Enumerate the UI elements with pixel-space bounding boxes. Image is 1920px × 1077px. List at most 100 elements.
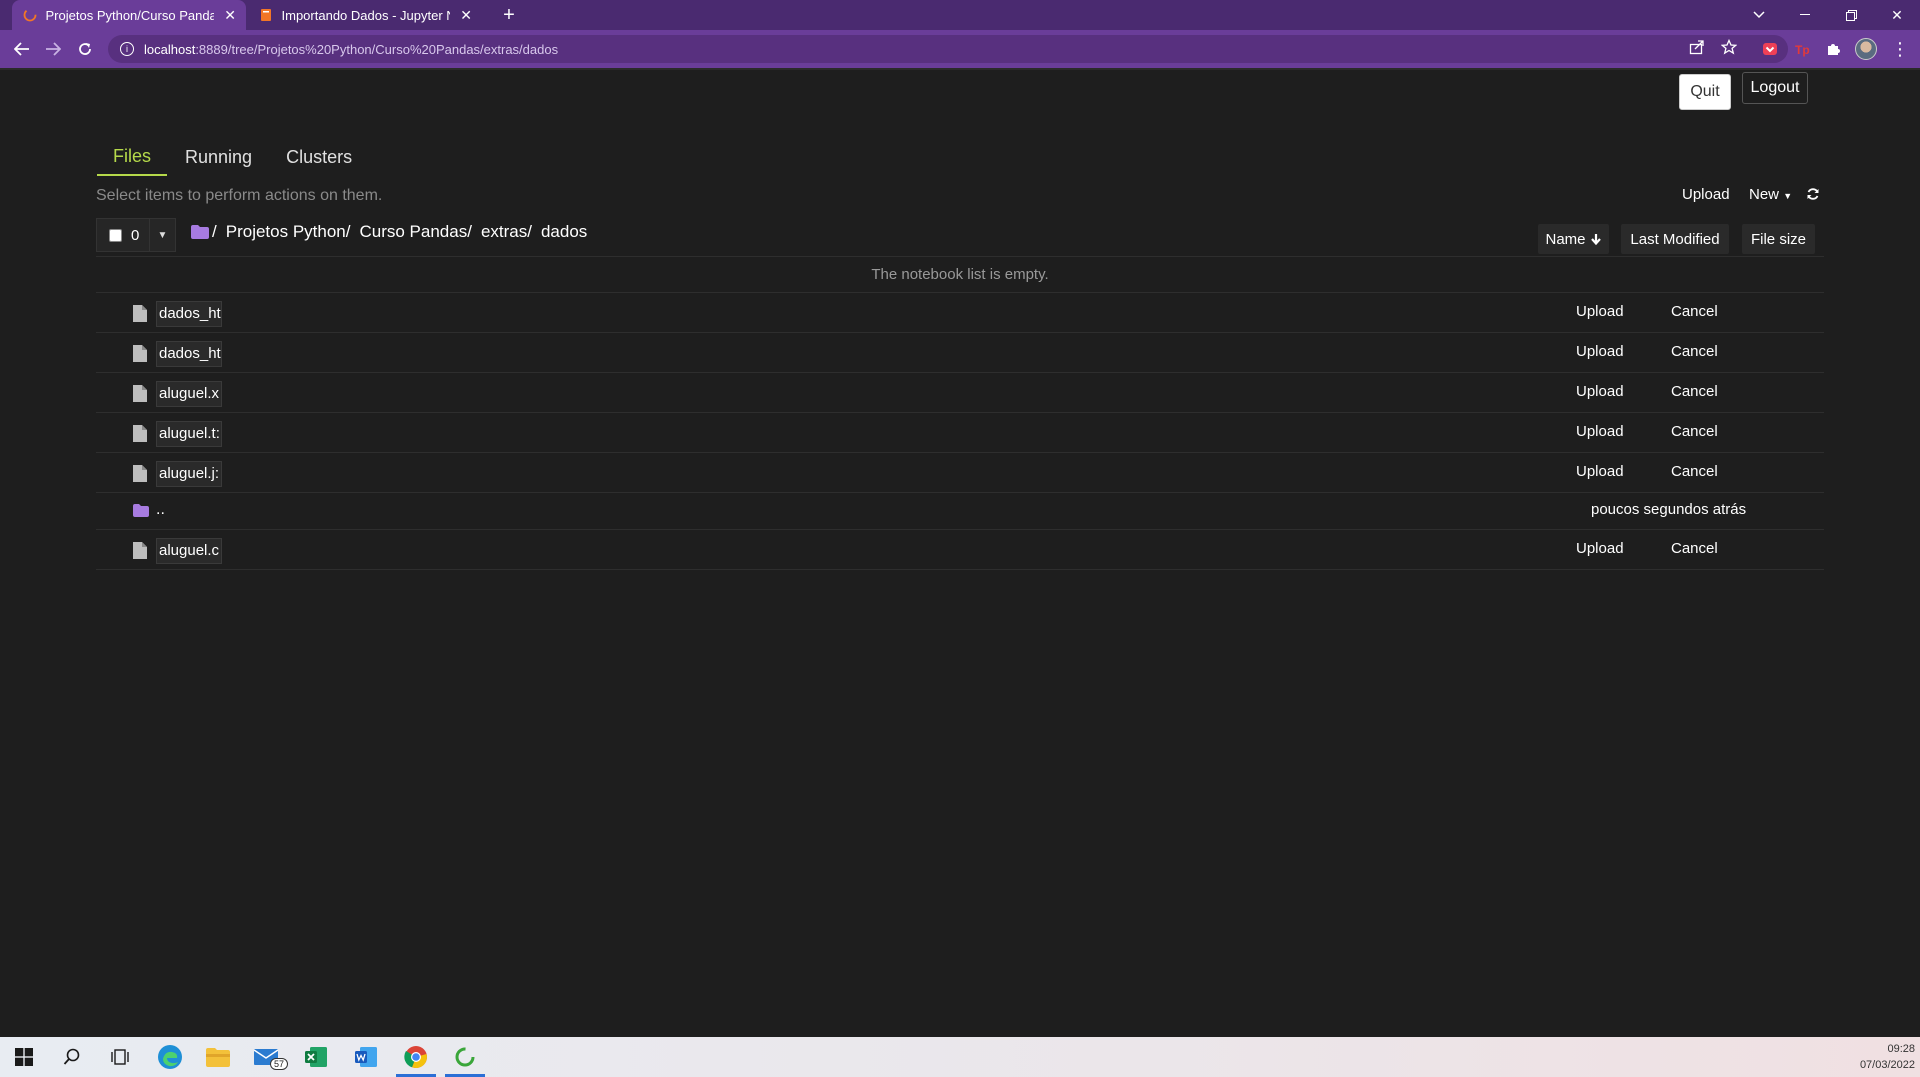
word-icon[interactable] — [342, 1037, 390, 1077]
cancel-upload-button[interactable]: Cancel — [1671, 343, 1718, 360]
breadcrumb-item[interactable]: dados — [541, 222, 587, 242]
task-view-icon[interactable] — [96, 1037, 144, 1077]
breadcrumb-root-slash[interactable]: / — [212, 222, 217, 242]
upload-filename-input[interactable]: aluguel.c — [156, 538, 222, 564]
site-info-icon[interactable]: i — [120, 42, 134, 56]
jupyter-tree-page: Quit Logout Files Running Clusters Selec… — [0, 68, 1920, 1037]
upload-row: aluguel.c Upload Cancel — [96, 529, 1824, 569]
empty-list-message: The notebook list is empty. — [96, 256, 1824, 292]
loading-app-icon[interactable] — [441, 1037, 489, 1077]
profile-avatar[interactable] — [1855, 38, 1877, 60]
jupyter-loading-icon — [22, 7, 38, 23]
upload-filename-input[interactable]: dados_ht — [156, 301, 222, 327]
sort-by-file-size-button[interactable]: File size — [1742, 224, 1815, 254]
extensions-puzzle-icon[interactable] — [1823, 39, 1843, 59]
upload-file-button[interactable]: Upload — [1576, 540, 1624, 557]
quit-button[interactable]: Quit — [1679, 74, 1731, 110]
restore-icon[interactable] — [1828, 0, 1874, 30]
sort-name-label: Name — [1545, 230, 1586, 248]
chrome-icon[interactable] — [392, 1037, 440, 1077]
folder-icon — [133, 504, 149, 517]
file-icon — [133, 425, 147, 442]
sort-by-last-modified-button[interactable]: Last Modified — [1621, 224, 1729, 254]
pocket-extension-icon[interactable] — [1760, 39, 1780, 59]
url-bar[interactable]: i localhost:8889/tree/Projetos%20Python/… — [108, 35, 1788, 63]
tab-search-icon[interactable] — [1736, 0, 1782, 30]
browser-tab[interactable]: Importando Dados - Jupyter Not ✕ — [248, 0, 482, 30]
folder-icon[interactable] — [191, 225, 209, 239]
tab-running[interactable]: Running — [169, 138, 268, 176]
back-icon[interactable] — [8, 35, 36, 63]
upload-file-button[interactable]: Upload — [1576, 303, 1624, 320]
share-icon[interactable] — [1689, 39, 1705, 59]
excel-icon[interactable] — [292, 1037, 340, 1077]
tab-clusters[interactable]: Clusters — [270, 138, 368, 176]
select-dropdown-icon[interactable]: ▼ — [149, 219, 175, 251]
windows-start-icon[interactable] — [0, 1037, 48, 1077]
browser-tab-title: Projetos Python/Curso Pandas/e — [45, 7, 215, 23]
file-icon — [133, 385, 147, 402]
url-path: :8889/tree/Projetos%20Python/Curso%20Pan… — [195, 41, 559, 57]
breadcrumb: / Projetos Python/ Curso Pandas/ extras/… — [191, 222, 596, 242]
upload-row: aluguel.x Upload Cancel — [96, 372, 1824, 412]
breadcrumb-item[interactable]: Curso Pandas/ — [359, 222, 471, 242]
upload-file-button[interactable]: Upload — [1576, 463, 1624, 480]
forward-icon[interactable] — [39, 35, 67, 63]
file-icon — [133, 305, 147, 322]
file-icon — [133, 542, 147, 559]
list-divider — [96, 569, 1824, 570]
logout-button[interactable]: Logout — [1742, 72, 1808, 104]
dashboard-tabs: Files Running Clusters — [97, 138, 370, 176]
file-icon — [133, 345, 147, 362]
reload-icon[interactable] — [71, 35, 99, 63]
upload-file-button[interactable]: Upload — [1576, 343, 1624, 360]
close-window-icon[interactable]: ✕ — [1874, 0, 1920, 30]
system-clock[interactable]: 09:28 07/03/2022 — [1845, 1041, 1915, 1073]
tab-files[interactable]: Files — [97, 138, 168, 176]
browser-tab-active[interactable]: Projetos Python/Curso Pandas/e ✕ — [12, 0, 246, 30]
select-all-group: 0 ▼ — [96, 218, 176, 252]
cancel-upload-button[interactable]: Cancel — [1671, 303, 1718, 320]
search-icon[interactable] — [48, 1037, 96, 1077]
edge-icon[interactable] — [146, 1037, 194, 1077]
close-tab-icon[interactable]: ✕ — [460, 7, 472, 24]
selection-hint: Select items to perform actions on them. — [96, 187, 383, 204]
upload-file-button[interactable]: Upload — [1576, 423, 1624, 440]
upload-button[interactable]: Upload — [1682, 186, 1730, 203]
clock-time: 09:28 — [1887, 1043, 1915, 1055]
upload-filename-input[interactable]: aluguel.x — [156, 381, 222, 407]
sort-by-name-button[interactable]: Name — [1538, 224, 1609, 254]
breadcrumb-item[interactable]: extras/ — [481, 222, 532, 242]
url-host: localhost — [144, 41, 196, 57]
parent-directory-link[interactable]: .. — [156, 501, 165, 519]
upload-filename-input[interactable]: aluguel.j: — [156, 461, 222, 487]
cancel-upload-button[interactable]: Cancel — [1671, 383, 1718, 400]
upload-row: aluguel.t: Upload Cancel — [96, 412, 1824, 452]
translate-extension-icon[interactable]: Tp — [1792, 39, 1812, 59]
new-tab-icon[interactable]: + — [496, 2, 522, 28]
upload-row: aluguel.j: Upload Cancel — [96, 452, 1824, 492]
browser-menu-icon[interactable]: ⋮ — [1890, 39, 1910, 59]
new-dropdown-button[interactable]: New ▼ — [1749, 186, 1792, 203]
upload-file-button[interactable]: Upload — [1576, 383, 1624, 400]
parent-directory-row[interactable]: .. poucos segundos atrás — [96, 492, 1824, 529]
browser-tab-strip: Projetos Python/Curso Pandas/e ✕ Importa… — [0, 0, 1920, 30]
selected-count: 0 — [131, 226, 140, 244]
cancel-upload-button[interactable]: Cancel — [1671, 423, 1718, 440]
svg-text:Tp: Tp — [1795, 43, 1810, 57]
breadcrumb-item[interactable]: Projetos Python/ — [226, 222, 351, 242]
minimize-icon[interactable] — [1782, 0, 1828, 30]
file-explorer-icon[interactable] — [194, 1037, 242, 1077]
mail-icon[interactable]: 57 — [242, 1037, 290, 1077]
bookmark-star-icon[interactable] — [1720, 38, 1738, 59]
file-list: The notebook list is empty. dados_ht Upl… — [96, 256, 1824, 570]
select-all-checkbox[interactable] — [109, 228, 122, 242]
close-tab-icon[interactable]: ✕ — [224, 7, 236, 24]
refresh-icon[interactable] — [1806, 187, 1820, 206]
cancel-upload-button[interactable]: Cancel — [1671, 463, 1718, 480]
upload-filename-input[interactable]: aluguel.t: — [156, 421, 222, 447]
browser-tab-title: Importando Dados - Jupyter Not — [281, 7, 451, 23]
cancel-upload-button[interactable]: Cancel — [1671, 540, 1718, 557]
upload-filename-input[interactable]: dados_ht — [156, 341, 222, 367]
upload-row: dados_ht Upload Cancel — [96, 332, 1824, 372]
